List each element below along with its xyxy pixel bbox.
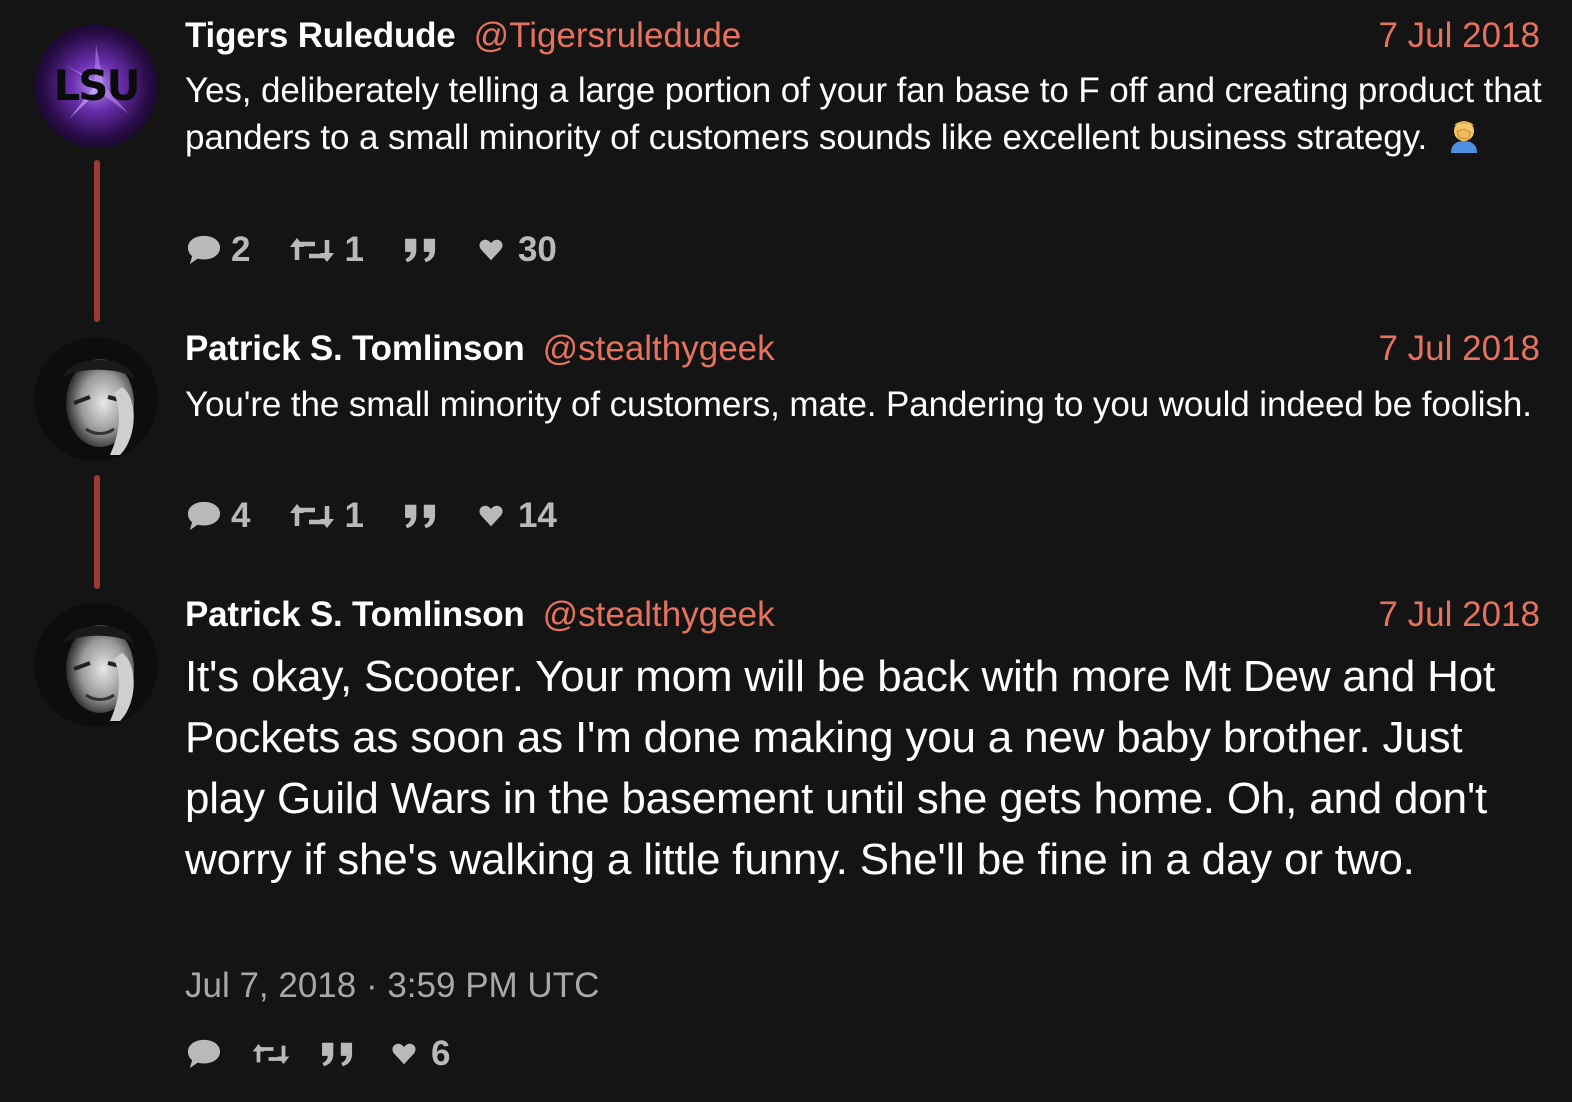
tweet-stats: 4 1 14 — [185, 496, 595, 536]
tweet-content: Yes, deliberately telling a large portio… — [185, 67, 1545, 161]
comment-icon — [185, 499, 223, 533]
thread-line — [94, 475, 100, 589]
username[interactable]: @stealthygeek — [543, 329, 775, 369]
reply-button[interactable]: 2 — [185, 230, 250, 270]
tweet-stats: 6 — [185, 1034, 488, 1074]
like-count: 30 — [517, 230, 557, 269]
tweet-header: Patrick S. Tomlinson @stealthygeek 7 Jul… — [185, 327, 1540, 371]
reply-button[interactable] — [185, 1037, 223, 1071]
tweet-header: Tigers Ruledude @Tigersruledude 7 Jul 20… — [185, 14, 1540, 58]
reply-count: 2 — [231, 230, 251, 269]
tweet-content: You're the small minority of customers, … — [185, 381, 1545, 428]
fullname[interactable]: Patrick S. Tomlinson — [185, 329, 525, 369]
username[interactable]: @stealthygeek — [543, 595, 775, 635]
quote-icon — [402, 501, 440, 531]
tweet-date[interactable]: 7 Jul 2018 — [1378, 329, 1540, 369]
reply-count: 4 — [231, 496, 251, 535]
thread-line — [94, 160, 100, 322]
quote-icon — [402, 235, 440, 265]
tweet-text: You're the small minority of customers, … — [185, 385, 1532, 424]
tweet-stats: 2 1 30 — [185, 230, 595, 270]
retweet-icon — [288, 234, 336, 266]
retweet-icon — [251, 1040, 291, 1068]
profile-photo-avatar[interactable] — [34, 337, 158, 461]
heart-icon — [478, 504, 504, 528]
tweet-date[interactable]: 7 Jul 2018 — [1378, 16, 1540, 56]
reply-button[interactable]: 4 — [185, 496, 250, 536]
username[interactable]: @Tigersruledude — [474, 16, 742, 56]
lsu-logo-avatar[interactable]: LSU — [34, 24, 158, 148]
like-count: 14 — [517, 496, 557, 535]
retweet-count: 1 — [344, 496, 364, 535]
tweet-published-timestamp[interactable]: Jul 7, 2018 · 3:59 PM UTC — [185, 966, 599, 1006]
like-button[interactable]: 6 — [391, 1034, 450, 1074]
tweet-header: Patrick S. Tomlinson @stealthygeek 7 Jul… — [185, 593, 1540, 637]
like-count: 6 — [431, 1034, 451, 1073]
retweet-button[interactable]: 1 — [288, 230, 364, 270]
profile-photo-avatar[interactable] — [34, 603, 158, 727]
svg-text:LSU: LSU — [53, 61, 138, 110]
quote-icon — [319, 1039, 357, 1069]
comment-icon — [185, 1037, 223, 1071]
facepalm-emoji-icon — [1445, 117, 1483, 155]
quote-button[interactable] — [402, 501, 440, 531]
retweet-count: 1 — [344, 230, 364, 269]
retweet-button[interactable] — [251, 1040, 291, 1068]
heart-icon — [391, 1042, 417, 1066]
like-button[interactable]: 14 — [478, 496, 557, 536]
fullname[interactable]: Patrick S. Tomlinson — [185, 595, 525, 635]
quote-button[interactable] — [319, 1039, 357, 1069]
tweet-text: Yes, deliberately telling a large portio… — [185, 71, 1542, 157]
fullname[interactable]: Tigers Ruledude — [185, 16, 456, 56]
comment-icon — [185, 233, 223, 267]
tweet-date[interactable]: 7 Jul 2018 — [1378, 595, 1540, 635]
retweet-button[interactable]: 1 — [288, 496, 364, 536]
heart-icon — [478, 238, 504, 262]
retweet-icon — [288, 500, 336, 532]
quote-button[interactable] — [402, 235, 440, 265]
tweet-content: It's okay, Scooter. Your mom will be bac… — [185, 646, 1545, 890]
tweet-text: It's okay, Scooter. Your mom will be bac… — [185, 652, 1496, 884]
like-button[interactable]: 30 — [478, 230, 557, 270]
